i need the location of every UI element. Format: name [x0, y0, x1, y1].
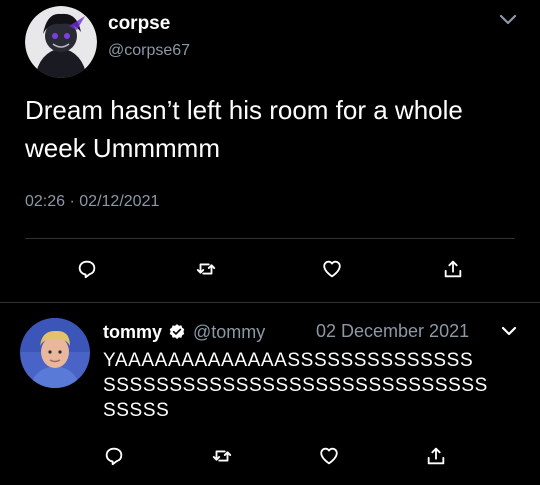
author-handle[interactable]: @corpse67 [108, 42, 190, 60]
reply-author-handle[interactable]: @tommy [193, 322, 265, 343]
reply-like-button[interactable] [313, 440, 345, 472]
retweet-icon [212, 450, 232, 462]
author-name[interactable]: corpse [108, 13, 170, 35]
heart-icon [320, 447, 338, 465]
share-icon [444, 260, 462, 278]
reply-share-button[interactable] [420, 440, 452, 472]
reply-author-avatar[interactable] [20, 318, 90, 388]
reply-chevron-icon[interactable] [497, 319, 521, 343]
reply-text-line: YAAAAAAAAAAAAASSSSSSSSSSSSSS [103, 350, 474, 371]
reply-header: tommy @tommy [103, 320, 265, 344]
like-button[interactable] [316, 253, 348, 285]
retweet-icon [196, 263, 216, 275]
verified-badge-icon [168, 323, 186, 341]
share-button[interactable] [437, 253, 469, 285]
tweet-divider [0, 302, 540, 303]
reply-date[interactable]: 02 December 2021 [316, 321, 469, 342]
reply-icon [78, 260, 96, 279]
reply-retweet-button[interactable] [206, 440, 238, 472]
reply-author-name[interactable]: tommy [103, 322, 162, 343]
tweet-date: 02/12/2021 [79, 193, 160, 210]
reply-button[interactable] [71, 253, 103, 285]
share-icon [427, 447, 445, 465]
reply-text: YAAAAAAAAAAAAASSSSSSSSSSSSSS SSSSSSSSSSS… [103, 348, 523, 423]
author-avatar[interactable] [25, 6, 97, 78]
reply-reply-button[interactable] [98, 440, 130, 472]
tweet-text: Dream hasn’t left his room for a whole w… [25, 95, 463, 163]
meta-separator: · [69, 193, 75, 210]
reply-text-line: SSSSS [103, 400, 170, 421]
tweet-time: 02:26 [25, 193, 66, 210]
reply-text-line: SSSSSSSSSSSSSSSSSSSSSSSSSSSSS [103, 375, 488, 396]
heart-icon [323, 260, 341, 278]
reply-icon [105, 447, 123, 466]
tweet-timestamp[interactable]: 02:26 · 02/12/2021 [25, 193, 159, 211]
retweet-button[interactable] [190, 253, 222, 285]
more-options-chevron-icon[interactable] [495, 6, 521, 32]
meta-divider [25, 238, 515, 239]
